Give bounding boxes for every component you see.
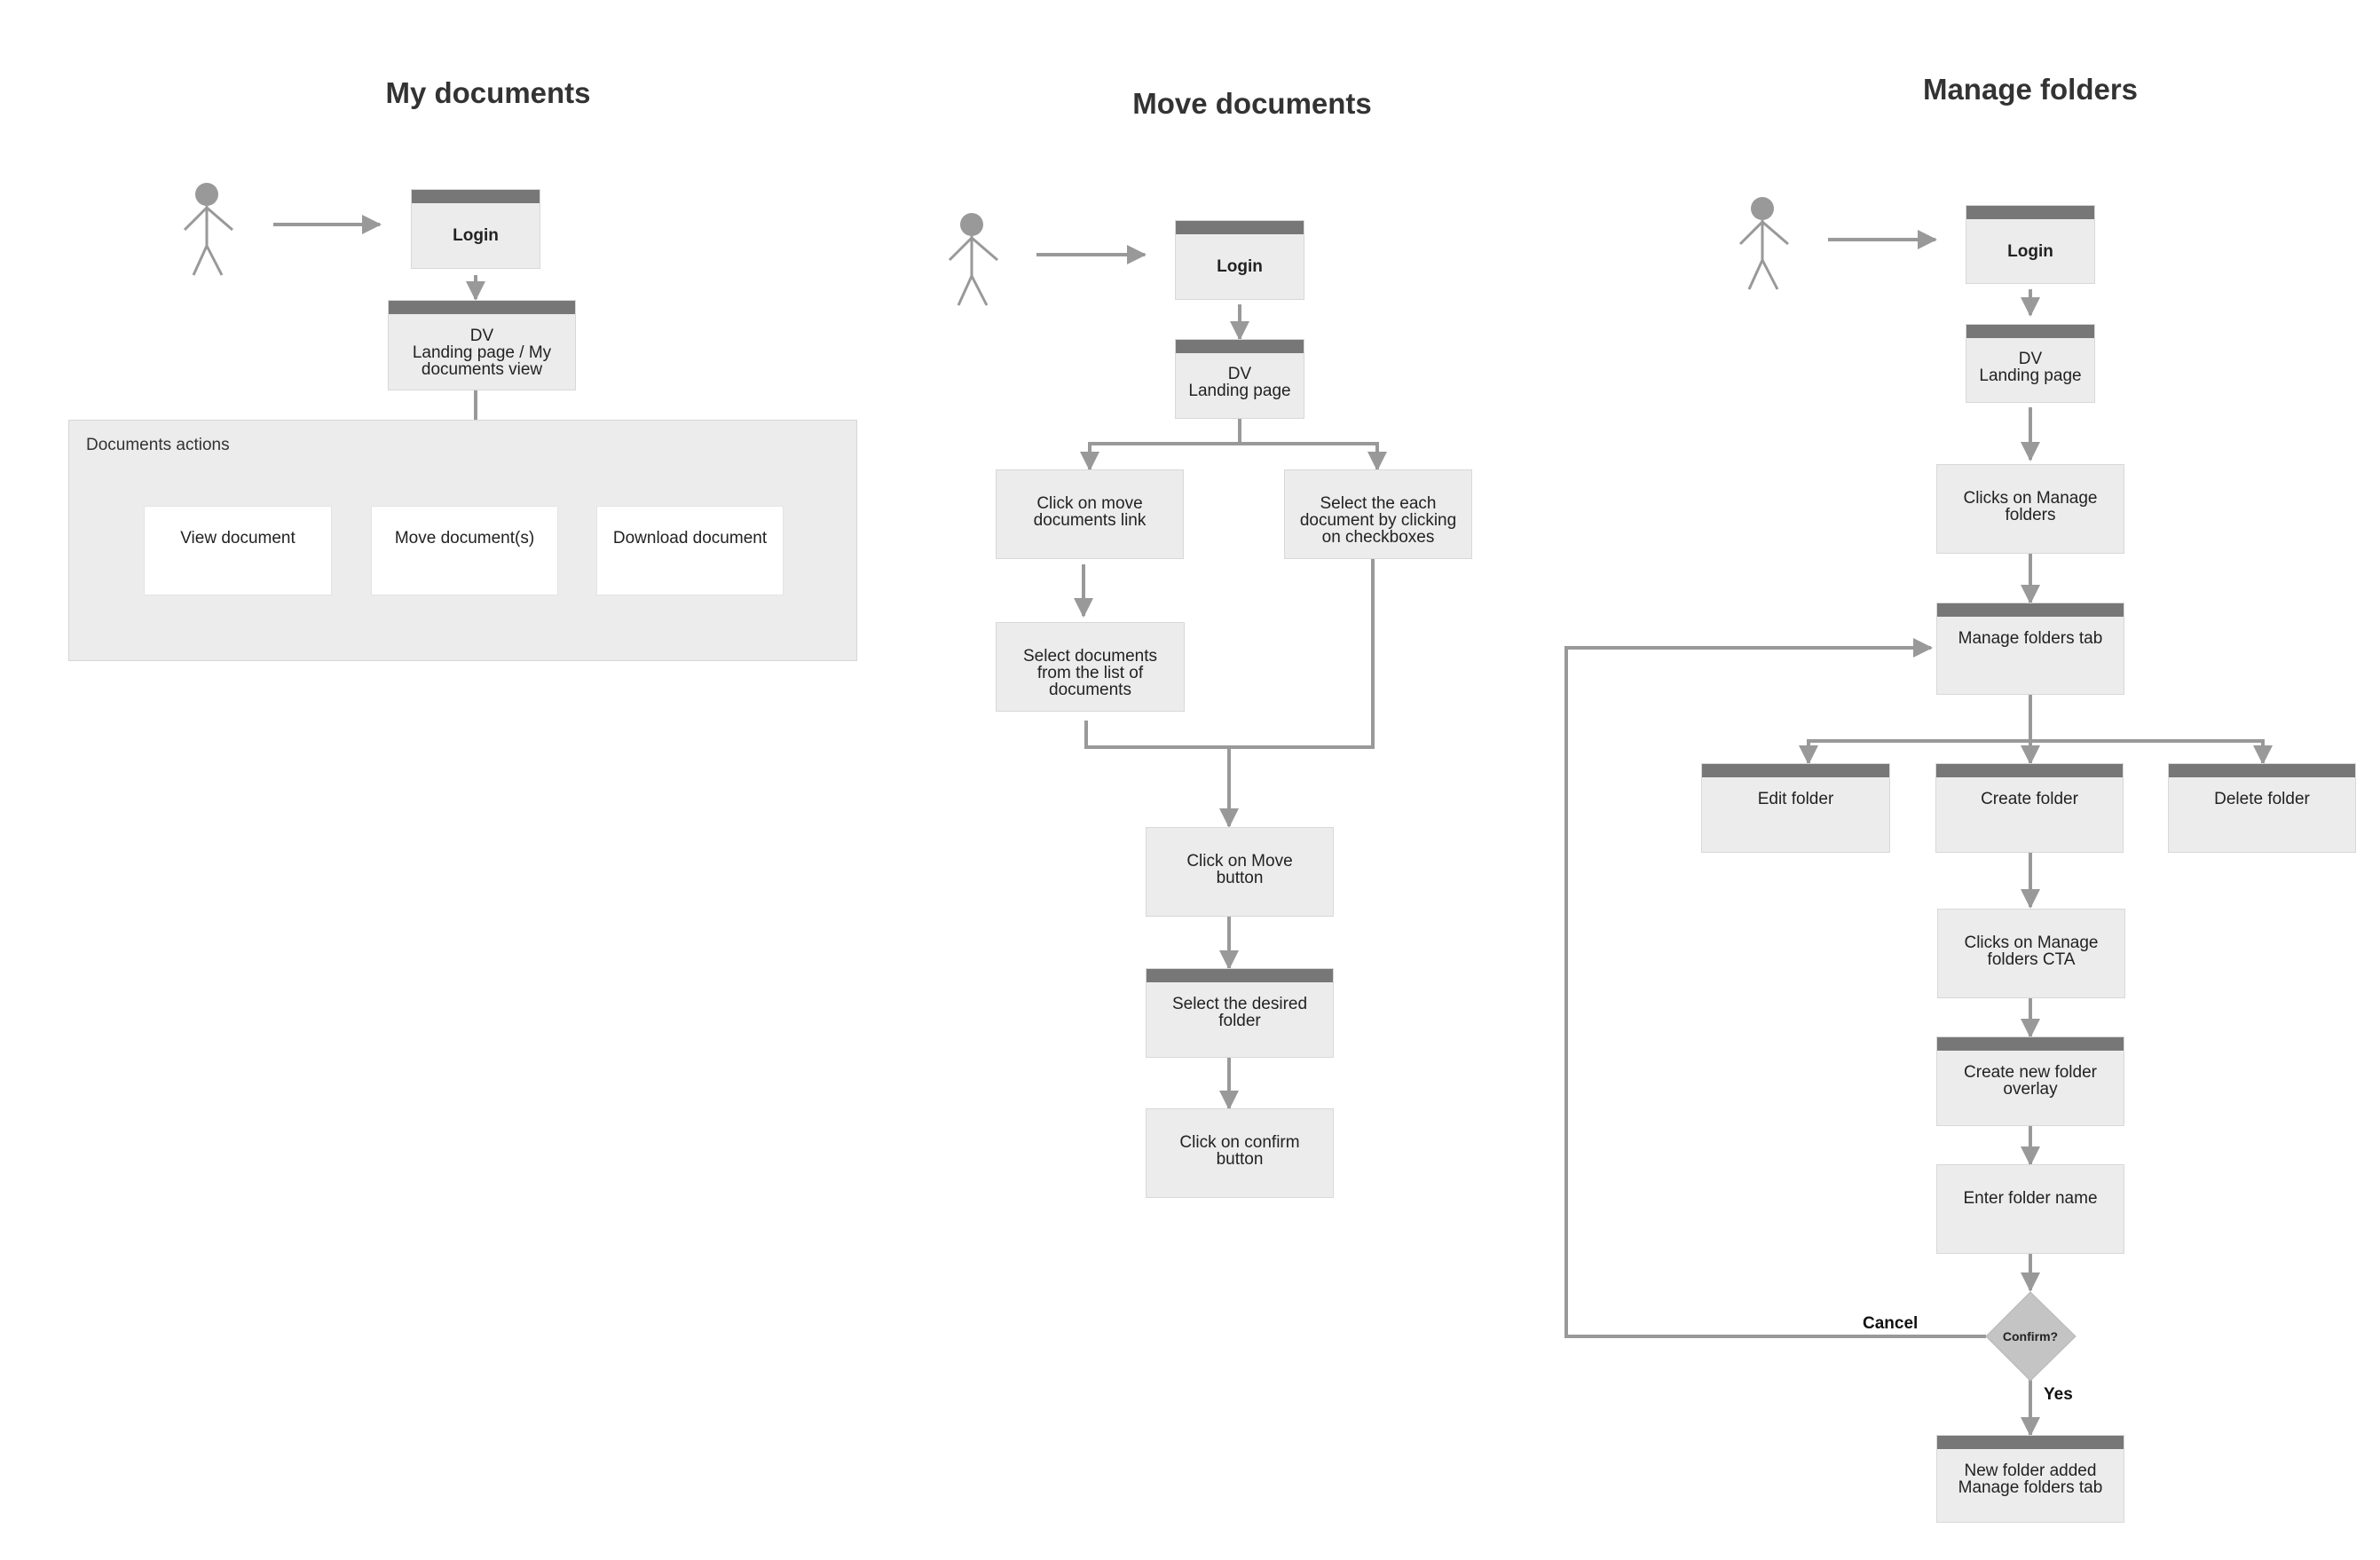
actor-move-documents-icon bbox=[948, 213, 998, 306]
node-header-bar bbox=[1936, 764, 2123, 777]
section-title-move-documents: Move documents bbox=[1132, 87, 1372, 120]
node-header-bar bbox=[412, 190, 540, 203]
node-header-bar bbox=[1966, 206, 2094, 219]
node-header-bar bbox=[1176, 221, 1304, 234]
arrow-cancel-loop bbox=[1564, 638, 1986, 1338]
node-manage-folders-tab-label: Manage folders tab bbox=[1958, 629, 2103, 648]
node-select-list-label: Select documents from the list of docume… bbox=[1022, 647, 1158, 699]
node-create-overlay-label: Create new folder overlay bbox=[1964, 1063, 2097, 1099]
node-header-bar bbox=[1966, 325, 2094, 338]
node-move-documents: Move document(s) bbox=[371, 506, 558, 595]
node-login-2: Login bbox=[1175, 220, 1304, 300]
node-create-overlay: Create new folder overlay bbox=[1936, 1036, 2124, 1126]
node-login-3-label: Login bbox=[2007, 241, 2053, 261]
node-landing-page-3-label: DV Landing page bbox=[1979, 350, 2082, 385]
node-confirm-button: Click on confirm button bbox=[1146, 1108, 1334, 1198]
edge-label-cancel: Cancel bbox=[1863, 1314, 1919, 1333]
node-move-link: Click on move documents link bbox=[996, 469, 1184, 559]
node-login-label: Login bbox=[453, 226, 499, 245]
node-login: Login bbox=[411, 189, 540, 269]
node-view-document: View document bbox=[144, 506, 332, 595]
node-login-3: Login bbox=[1966, 205, 2095, 284]
node-header-bar bbox=[2169, 764, 2355, 777]
edge-label-yes: Yes bbox=[2044, 1385, 2073, 1404]
node-edit-folder: Edit folder bbox=[1701, 763, 1890, 853]
node-move-button: Click on Move button bbox=[1146, 827, 1334, 917]
node-view-document-label: View document bbox=[180, 529, 296, 548]
node-header-bar bbox=[1702, 764, 1889, 777]
node-select-folder: Select the desired folder bbox=[1146, 968, 1334, 1058]
node-clicks-cta: Clicks on Manage folders CTA bbox=[1937, 909, 2125, 998]
node-landing-page-label: DV Landing page / My documents view bbox=[412, 327, 552, 379]
node-select-checkbox: Select the each document by clicking on … bbox=[1284, 469, 1472, 559]
node-move-link-label: Click on move documents link bbox=[1033, 494, 1147, 530]
node-move-documents-label: Move document(s) bbox=[394, 529, 535, 548]
node-create-folder: Create folder bbox=[1935, 763, 2124, 853]
node-new-folder-added-label: New folder added Manage folders tab bbox=[1958, 1462, 2103, 1497]
node-header-bar bbox=[1176, 340, 1304, 353]
node-clicks-manage-folders: Clicks on Manage folders bbox=[1936, 464, 2124, 554]
node-clicks-cta-label: Clicks on Manage folders CTA bbox=[1964, 934, 2099, 969]
group-title: Documents actions bbox=[86, 436, 230, 454]
actor-my-documents-icon bbox=[183, 183, 233, 276]
node-select-checkbox-label: Select the each document by clicking on … bbox=[1299, 494, 1457, 547]
section-title-my-documents: My documents bbox=[385, 76, 591, 109]
node-download-document-label: Download document bbox=[612, 529, 768, 548]
node-manage-folders-tab: Manage folders tab bbox=[1936, 603, 2124, 695]
node-header-bar bbox=[389, 301, 575, 314]
actor-manage-folders-icon bbox=[1738, 197, 1789, 290]
node-landing-page-2-label: DV Landing page bbox=[1188, 365, 1291, 400]
node-delete-folder-label: Delete folder bbox=[2214, 790, 2310, 808]
node-move-button-label: Click on Move button bbox=[1186, 852, 1293, 887]
node-landing-page: DV Landing page / My documents view bbox=[388, 300, 576, 390]
node-header-bar bbox=[1937, 1436, 2124, 1449]
node-new-folder-added: New folder added Manage folders tab bbox=[1936, 1435, 2124, 1523]
section-title-manage-folders: Manage folders bbox=[1922, 73, 2139, 106]
node-edit-folder-label: Edit folder bbox=[1757, 790, 1834, 808]
node-enter-folder-name-label: Enter folder name bbox=[1963, 1189, 2098, 1208]
node-header-bar bbox=[1937, 1037, 2124, 1051]
node-clicks-manage-folders-label: Clicks on Manage folders bbox=[1963, 489, 2098, 524]
node-select-folder-label: Select the desired folder bbox=[1171, 995, 1308, 1030]
node-select-list: Select documents from the list of docume… bbox=[996, 622, 1185, 712]
node-confirm-button-label: Click on confirm button bbox=[1179, 1133, 1300, 1169]
node-header-bar bbox=[1937, 603, 2124, 617]
node-login-2-label: Login bbox=[1217, 257, 1263, 276]
node-enter-folder-name: Enter folder name bbox=[1936, 1164, 2124, 1254]
node-create-folder-label: Create folder bbox=[1981, 790, 2078, 808]
node-download-document: Download document bbox=[596, 506, 784, 595]
decision-label: Confirm? bbox=[2002, 1329, 2059, 1343]
node-landing-page-2: DV Landing page bbox=[1175, 339, 1304, 419]
node-delete-folder: Delete folder bbox=[2168, 763, 2356, 853]
node-header-bar bbox=[1147, 969, 1333, 982]
node-landing-page-3: DV Landing page bbox=[1966, 324, 2095, 403]
